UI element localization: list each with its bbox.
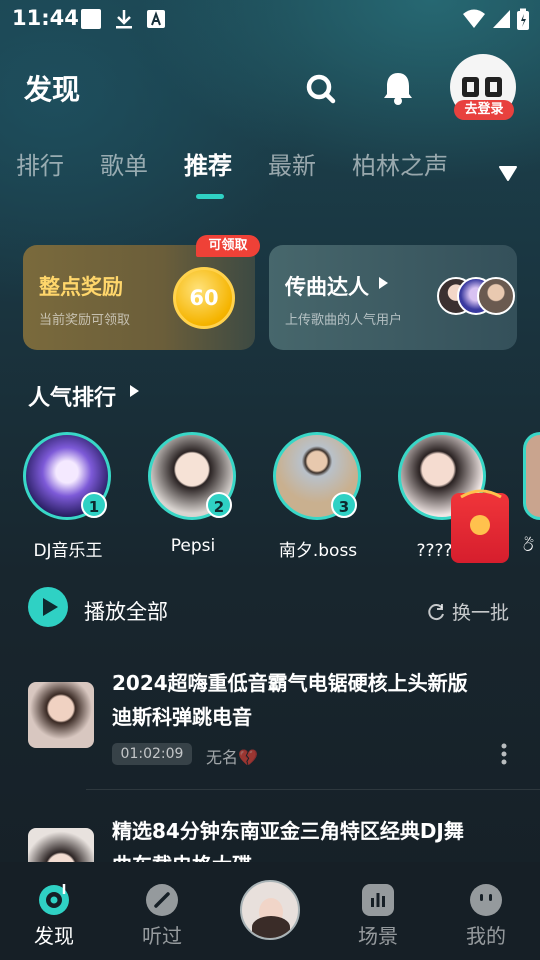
- wifi-icon: [462, 8, 486, 34]
- search-button[interactable]: [300, 68, 340, 108]
- app-notification-icon: [146, 8, 166, 34]
- claimable-badge: 可领取: [196, 235, 260, 257]
- bell-icon: [384, 73, 412, 105]
- tab-expand-button[interactable]: [498, 164, 518, 186]
- play-all-button[interactable]: [28, 587, 68, 627]
- artist-name: Pepsi: [170, 536, 216, 556]
- login-avatar[interactable]: 去登录: [450, 54, 518, 122]
- tab-latest[interactable]: 最新: [268, 146, 316, 181]
- now-playing-disc[interactable]: [240, 880, 300, 940]
- nav-profile[interactable]: 我的: [446, 862, 526, 952]
- artist-avatar: [523, 432, 540, 520]
- cellular-signal-icon: [492, 8, 512, 34]
- uploader-arrow-icon: [377, 275, 389, 294]
- nav-label: 我的: [466, 924, 506, 948]
- triangle-down-icon: [499, 166, 517, 181]
- nav-label: 场景: [358, 924, 398, 948]
- scene-icon: [362, 884, 394, 916]
- red-packet-seal: [470, 515, 490, 535]
- popularity-arrow-icon[interactable]: [128, 384, 140, 402]
- tab-berlin-sound[interactable]: 柏林之声: [352, 146, 448, 181]
- tab-ranking[interactable]: 排行: [16, 146, 64, 181]
- login-badge[interactable]: 去登录: [454, 100, 514, 120]
- play-icon: [43, 598, 58, 616]
- rank-badge: 1: [81, 492, 107, 518]
- artist-name: ඊ: [523, 536, 534, 556]
- red-packet-button[interactable]: [451, 489, 509, 563]
- nav-label: 听过: [142, 924, 182, 948]
- nav-scenes[interactable]: 场景: [338, 862, 418, 952]
- artist-name: 南夕.boss: [278, 541, 358, 561]
- profile-face-icon: [470, 884, 502, 916]
- reward-title: 整点奖励: [39, 275, 123, 299]
- song-row[interactable]: 精选84分钟东南亚金三角特区经典DJ舞曲车载电格大碟: [0, 812, 540, 862]
- rank-badge: 2: [206, 492, 232, 518]
- status-bar: 11:44: [0, 0, 540, 36]
- uploader-title: 传曲达人: [285, 275, 369, 299]
- download-icon: [114, 8, 134, 34]
- nav-discover[interactable]: 发现: [14, 862, 94, 952]
- avatar: [477, 277, 515, 315]
- battery-icon: [516, 8, 530, 36]
- song-artist: 无名💔: [206, 748, 258, 767]
- song-title: 精选84分钟东南亚金三角特区经典DJ舞曲车载电格大碟: [112, 819, 464, 862]
- now-playing-cover-hair: [252, 916, 290, 938]
- red-packet-icon: [460, 489, 502, 499]
- notification-square-icon: [80, 8, 102, 34]
- nav-history[interactable]: 听过: [122, 862, 202, 952]
- status-time: 11:44: [12, 6, 79, 30]
- popularity-ranking-title[interactable]: 人气排行: [28, 380, 116, 412]
- reward-subtitle: 当前奖励可领取: [39, 313, 131, 328]
- top-uploader-card[interactable]: 传曲达人 上传歌曲的人气用户: [269, 245, 517, 350]
- disc-music-icon: [39, 884, 69, 915]
- song-cover: [28, 682, 94, 748]
- hourly-reward-card[interactable]: 整点奖励 当前奖励可领取 60 可领取: [23, 235, 260, 350]
- artist-name: DJ音乐王: [33, 541, 103, 561]
- uploader-avatars: [437, 277, 517, 317]
- song-duration: 01:02:09: [112, 743, 192, 765]
- reward-coin[interactable]: 60: [173, 267, 235, 329]
- song-title: 2024超嗨重低音霸气电锯硬核上头新版迪斯科弹跳电音: [112, 671, 468, 729]
- history-icon: [146, 884, 178, 916]
- tab-recommended[interactable]: 推荐: [184, 146, 232, 181]
- page-title: 发现: [24, 73, 81, 106]
- song-cover: [28, 828, 94, 862]
- song-more-button[interactable]: [494, 740, 514, 770]
- tab-playlists[interactable]: 歌单: [100, 146, 148, 181]
- active-tab-indicator: [196, 194, 224, 199]
- dj-logo-icon: [462, 77, 502, 97]
- refresh-button[interactable]: 换一批: [426, 598, 509, 625]
- refresh-label: 换一批: [452, 602, 510, 624]
- play-all-label[interactable]: 播放全部: [84, 596, 168, 626]
- divider: [86, 789, 540, 790]
- nav-label: 发现: [34, 924, 74, 948]
- uploader-subtitle: 上传歌曲的人气用户: [285, 313, 403, 328]
- refresh-icon: [428, 604, 444, 621]
- notifications-button[interactable]: [378, 68, 418, 108]
- search-icon: [306, 74, 336, 104]
- more-vertical-icon: [501, 743, 507, 765]
- category-tabs: 排行 歌单 推荐 最新 柏林之声: [0, 146, 540, 206]
- rank-badge: 3: [331, 492, 357, 518]
